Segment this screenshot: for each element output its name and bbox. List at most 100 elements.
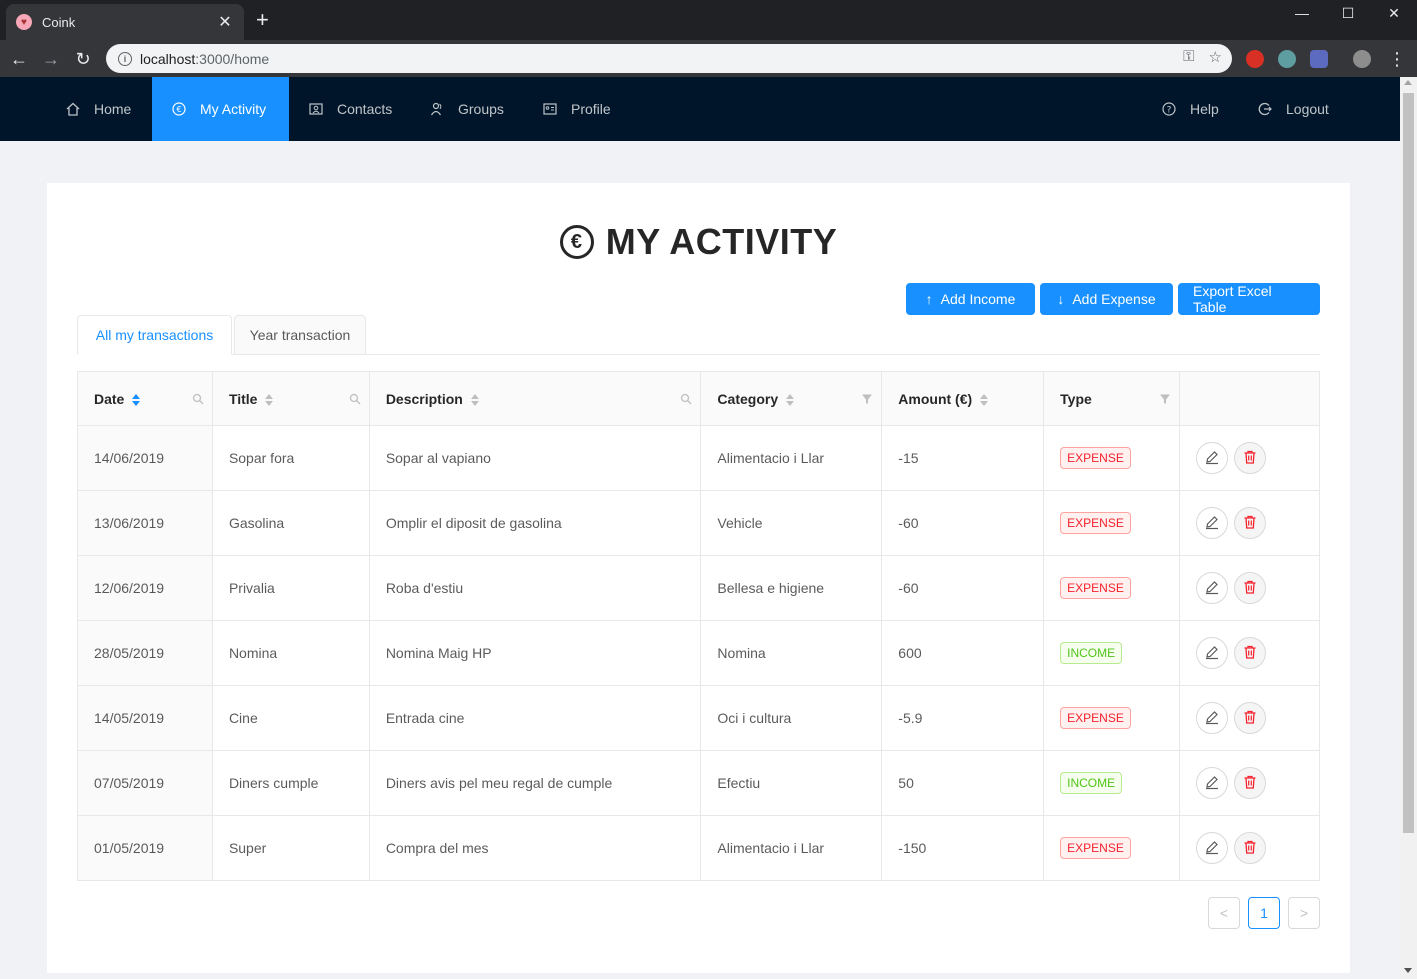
cell-description: Nomina Maig HP (369, 620, 702, 686)
scroll-down-icon[interactable] (1404, 968, 1412, 973)
euro-icon: € (559, 225, 594, 259)
edit-button[interactable] (1196, 637, 1229, 669)
cell-category: Alimentacio i Llar (700, 425, 883, 491)
filter-icon[interactable] (1159, 393, 1171, 405)
nav-groups-label: Groups (458, 101, 504, 117)
minimize-icon[interactable]: — (1279, 0, 1325, 26)
delete-button[interactable] (1234, 702, 1267, 734)
favicon-icon: ♥ (16, 14, 32, 30)
nav-home[interactable]: Home (46, 77, 152, 141)
search-icon[interactable] (192, 393, 204, 405)
edit-button[interactable] (1196, 507, 1229, 539)
nav-help[interactable]: ? Help (1142, 77, 1239, 141)
forward-icon[interactable]: → (38, 46, 64, 72)
extension-r-icon[interactable] (1310, 50, 1328, 68)
delete-button[interactable] (1234, 572, 1267, 604)
search-icon[interactable] (349, 393, 361, 405)
cell-title: Privalia (212, 555, 370, 621)
cell-title: Sopar fora (212, 425, 370, 491)
nav-groups[interactable]: Groups (410, 77, 523, 141)
nav-contacts[interactable]: Contacts (289, 77, 410, 141)
col-category[interactable]: Category (700, 371, 883, 426)
extension-owl-icon[interactable] (1278, 50, 1296, 68)
edit-button[interactable] (1196, 832, 1229, 864)
address-bar[interactable]: i localhost:3000/home ⚿ ☆ (106, 44, 1232, 73)
cell-date: 13/06/2019 (77, 490, 213, 556)
table-row: 07/05/2019 Diners cumple Diners avis pel m… (77, 750, 1320, 816)
col-title[interactable]: Title (212, 371, 370, 426)
cell-actions (1179, 620, 1320, 686)
site-info-icon[interactable]: i (118, 51, 132, 66)
cell-date: 12/06/2019 (77, 555, 213, 621)
pagination-page-1[interactable]: 1 (1248, 897, 1280, 929)
browser-menu-icon[interactable]: ⋮ (1384, 46, 1410, 72)
url-text: localhost:3000/home (140, 50, 270, 67)
delete-button[interactable] (1234, 767, 1267, 799)
key-icon[interactable]: ⚿ (1183, 48, 1194, 66)
cell-date: 28/05/2019 (77, 620, 213, 686)
cell-title: Nomina (212, 620, 370, 686)
extension-adblock-icon[interactable] (1246, 50, 1264, 68)
close-window-icon[interactable]: ✕ (1371, 0, 1417, 26)
profile-avatar[interactable] (1353, 50, 1371, 68)
delete-button[interactable] (1234, 442, 1267, 474)
sort-icon[interactable] (265, 393, 274, 406)
back-icon[interactable]: ← (6, 46, 32, 72)
nav-my-activity-label: My Activity (200, 101, 267, 117)
scrollbar-thumb[interactable] (1403, 93, 1414, 833)
col-amount[interactable]: Amount (€) (881, 371, 1045, 426)
edit-icon (1204, 839, 1220, 858)
browser-tab[interactable]: ♥ Coink ✕ (6, 4, 244, 40)
tab-year-transaction[interactable]: Year transaction (234, 315, 366, 355)
nav-profile[interactable]: Profile (523, 77, 633, 141)
pagination-prev[interactable]: < (1208, 897, 1240, 929)
delete-button[interactable] (1234, 507, 1267, 539)
nav-home-label: Home (94, 101, 132, 117)
search-icon[interactable] (680, 393, 692, 405)
delete-icon (1242, 709, 1258, 728)
edit-button[interactable] (1196, 702, 1229, 734)
col-description[interactable]: Description (369, 371, 702, 426)
table-row: 14/05/2019 Cine Entrada cine Oci i cultura -… (77, 685, 1320, 751)
edit-button[interactable] (1196, 767, 1229, 799)
sort-icon[interactable] (786, 393, 795, 406)
nav-profile-label: Profile (571, 101, 611, 117)
bookmark-star-icon[interactable]: ☆ (1209, 48, 1222, 66)
nav-logout[interactable]: Logout (1238, 77, 1350, 141)
filter-icon[interactable] (861, 393, 873, 405)
cell-actions (1179, 490, 1320, 556)
cell-title: Diners cumple (212, 750, 370, 816)
cell-title: Super (212, 815, 370, 881)
maximize-icon[interactable]: ☐ (1325, 0, 1371, 26)
sort-icon[interactable] (980, 393, 989, 406)
tab-all-transactions[interactable]: All my transactions (77, 315, 232, 355)
sort-icon[interactable] (470, 393, 479, 406)
new-tab-icon[interactable]: + (256, 9, 269, 31)
cell-amount: -150 (881, 815, 1045, 881)
add-expense-button[interactable]: ↓ Add Expense (1040, 283, 1173, 315)
edit-button[interactable] (1196, 442, 1229, 474)
export-excel-button[interactable]: Export Excel Table (1178, 283, 1320, 315)
cell-description: Diners avis pel meu regal de cumple (369, 750, 702, 816)
table-row: 14/06/2019 Sopar fora Sopar al vapiano Alim… (77, 425, 1320, 491)
close-tab-icon[interactable]: ✕ (216, 12, 234, 32)
col-type[interactable]: Type (1043, 371, 1181, 426)
transactions-table: Date Title Description Category Amount (… (77, 371, 1320, 881)
scroll-up-icon[interactable] (1404, 80, 1412, 85)
delete-button[interactable] (1234, 637, 1267, 669)
edit-button[interactable] (1196, 572, 1229, 604)
sort-icon[interactable] (132, 393, 141, 406)
col-date[interactable]: Date (77, 371, 213, 426)
cell-amount: 50 (881, 750, 1045, 816)
pagination-next[interactable]: > (1288, 897, 1320, 929)
cell-amount: -5.9 (881, 685, 1045, 751)
cell-date: 14/06/2019 (77, 425, 213, 491)
delete-icon (1242, 579, 1258, 598)
nav-my-activity[interactable]: € My Activity (152, 77, 289, 141)
add-income-button[interactable]: ↑ Add Income (906, 283, 1035, 315)
table-row: 28/05/2019 Nomina Nomina Maig HP Nomina 600 I… (77, 620, 1320, 686)
cell-description: Roba d'estiu (369, 555, 702, 621)
edit-icon (1204, 514, 1220, 533)
delete-button[interactable] (1234, 832, 1267, 864)
reload-icon[interactable]: ↻ (70, 46, 96, 72)
